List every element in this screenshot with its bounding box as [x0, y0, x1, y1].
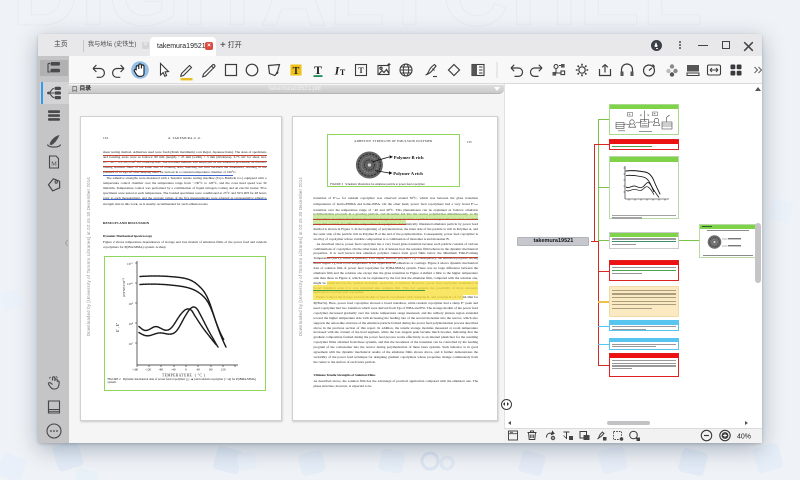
- svg-text:T: T: [340, 68, 346, 77]
- svg-text:120: 120: [220, 368, 225, 372]
- svg-text:108: 108: [128, 322, 133, 326]
- svg-text:1011: 1011: [127, 262, 133, 266]
- svg-text:-160: -160: [132, 368, 139, 372]
- svg-text:-120: -120: [145, 368, 152, 372]
- svg-text:80: 80: [209, 368, 213, 372]
- svg-text:T: T: [314, 63, 322, 77]
- svg-text:E′ , E″: E′ , E″: [116, 322, 121, 332]
- svg-text:-80: -80: [158, 368, 163, 372]
- svg-text:40: 40: [196, 368, 200, 372]
- svg-text:40%: 40%: [737, 433, 751, 440]
- svg-text:109: 109: [128, 302, 133, 306]
- svg-text:0: 0: [185, 368, 187, 372]
- svg-text:1010: 1010: [127, 282, 134, 286]
- svg-text:-40: -40: [171, 368, 176, 372]
- svg-text:T: T: [358, 66, 364, 75]
- svg-text:T: T: [293, 66, 300, 77]
- svg-text:M: M: [51, 161, 57, 168]
- svg-text:(DYNE/CM2): (DYNE/CM2): [121, 278, 126, 297]
- svg-text:107: 107: [128, 342, 133, 346]
